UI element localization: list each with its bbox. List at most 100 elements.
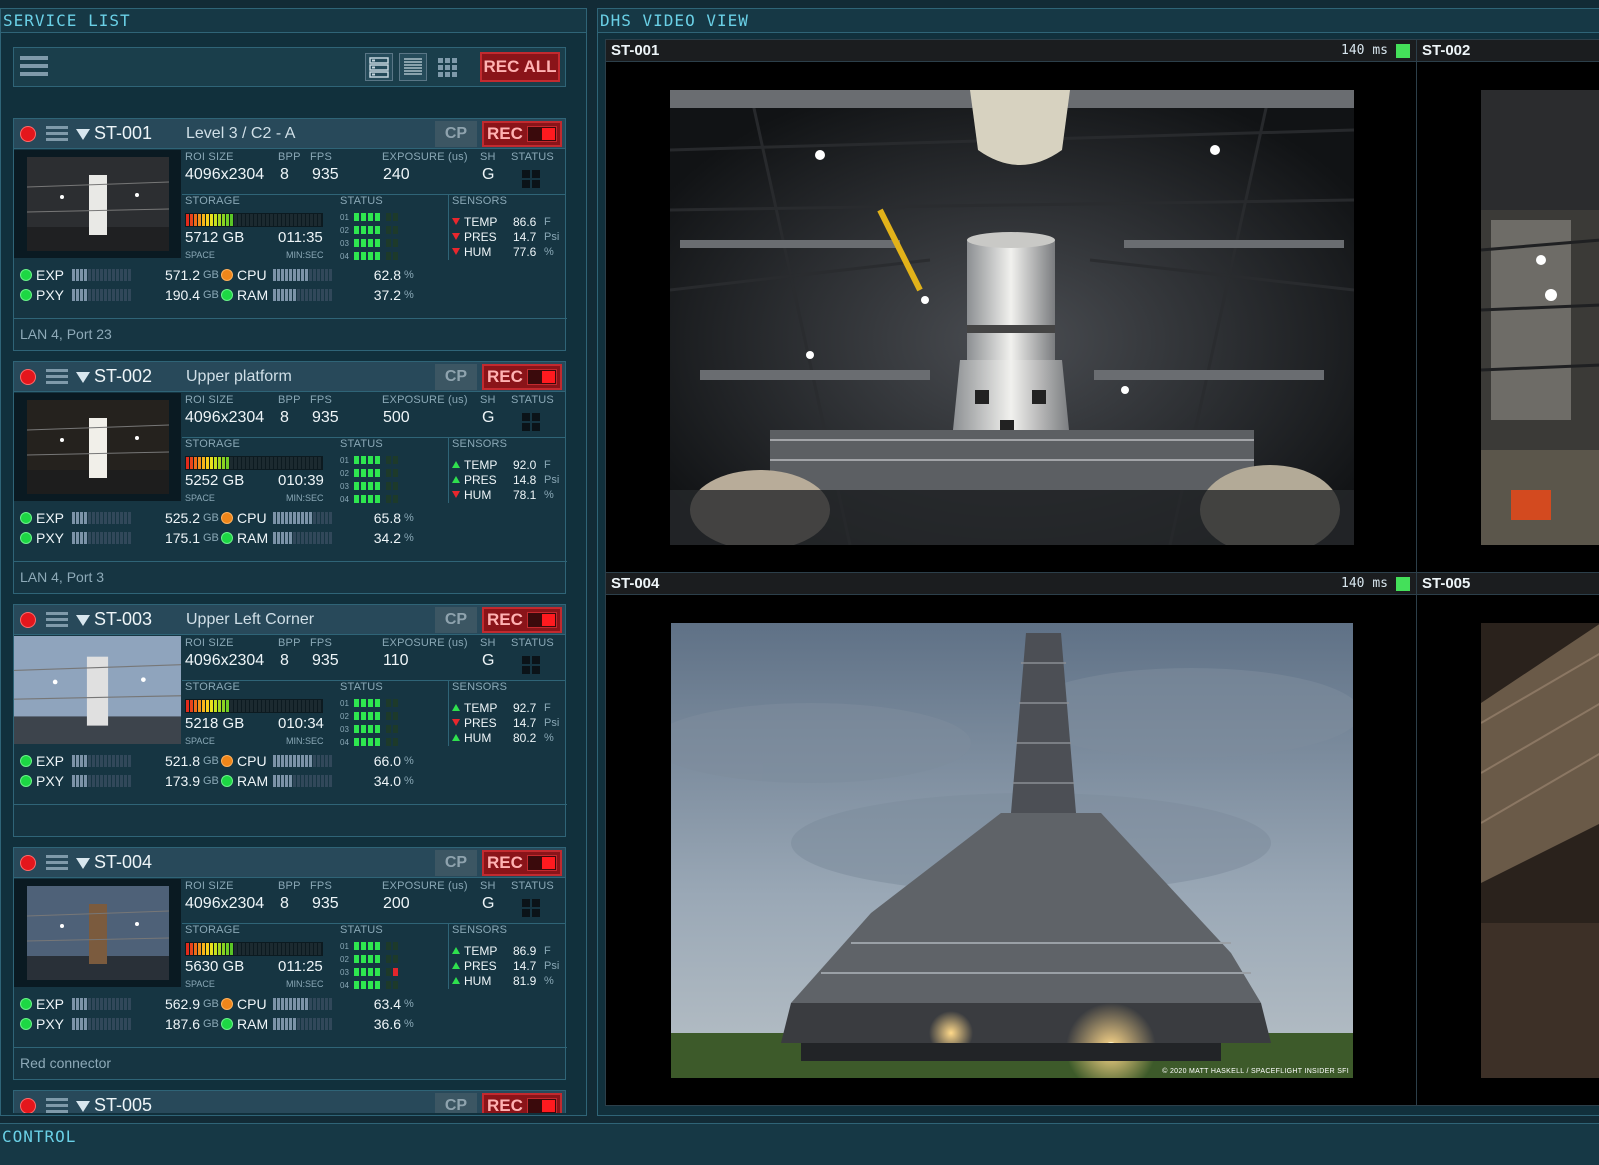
usage-bar-segment [301, 289, 304, 301]
camera-thumbnail[interactable] [14, 879, 181, 987]
card-menu-icon[interactable] [46, 1098, 68, 1113]
camera-thumbnail[interactable] [14, 636, 181, 744]
list-view-icon[interactable] [365, 53, 393, 81]
metric-unit: % [404, 1018, 414, 1030]
usage-bar-segment [281, 775, 284, 787]
compact-list-view-icon[interactable] [399, 53, 427, 81]
storage-bar-segment [318, 943, 321, 955]
storage-bar-segment [206, 943, 209, 955]
rec-toggle-button[interactable]: REC [482, 121, 562, 147]
record-indicator-icon[interactable] [20, 612, 36, 628]
rec-toggle-button[interactable]: REC [482, 1093, 562, 1113]
collapse-toggle-icon[interactable] [76, 372, 90, 383]
status-light [393, 981, 398, 989]
rec-toggle-button[interactable]: REC [482, 850, 562, 876]
camera-thumbnail[interactable] [14, 393, 181, 501]
cp-button[interactable]: CP [435, 607, 477, 633]
status-grid-icon [522, 899, 540, 917]
sensor-name: TEMP [464, 943, 498, 958]
collapse-toggle-icon[interactable] [76, 1101, 90, 1112]
storage-bar-segment [278, 214, 281, 226]
rec-all-button[interactable]: REC ALL [480, 52, 560, 82]
grid-view-icon[interactable] [433, 53, 461, 81]
cp-button[interactable]: CP [435, 364, 477, 390]
status-channel-row: 01 [340, 455, 400, 465]
video-tile-st-004[interactable]: ST-004 140 ms © 2020 MATT HASKELL / SPAC… [605, 572, 1417, 1106]
metric-unit: % [404, 289, 414, 301]
usage-bar-segment [72, 1018, 75, 1030]
sensor-name: TEMP [464, 457, 498, 472]
service-name: Upper Left Corner [186, 611, 315, 628]
usage-bar-segment [325, 1018, 328, 1030]
cpu-status-icon [221, 755, 233, 767]
sensors-label: SENSORS [452, 924, 508, 936]
storage-label: STORAGE [185, 438, 240, 450]
menu-icon[interactable] [20, 56, 48, 80]
collapse-toggle-icon[interactable] [76, 615, 90, 626]
metric-label: RAM [237, 287, 269, 303]
rec-toggle-button[interactable]: REC [482, 364, 562, 390]
card-menu-icon[interactable] [46, 855, 68, 873]
usage-bar-segment [116, 289, 119, 301]
usage-bar-segment [76, 775, 79, 787]
video-tile-st-001[interactable]: ST-001 140 ms [605, 39, 1417, 573]
pxy-status-icon [20, 775, 32, 787]
service-id: ST-002 [94, 366, 153, 386]
collapse-toggle-icon[interactable] [76, 129, 90, 140]
status-light [393, 699, 398, 707]
bpp-value: 8 [280, 409, 289, 426]
storage-bar-segment [306, 943, 309, 955]
video-tile-st-002[interactable]: ST-002 [1416, 39, 1599, 573]
card-menu-icon[interactable] [46, 369, 68, 387]
service-list-scroll[interactable]: REC ALL ST-001 Level 3 / C2 - A CP REC R… [1, 33, 586, 1113]
metric-label: EXP [36, 510, 65, 526]
cp-button[interactable]: CP [435, 1093, 477, 1113]
storage-bar-segment [282, 700, 285, 712]
card-menu-icon[interactable] [46, 126, 68, 144]
storage-bar-segment [294, 457, 297, 469]
video-tile-st-005[interactable]: ST-005 [1416, 572, 1599, 1106]
usage-bar [273, 1018, 333, 1030]
usage-bar-segment [289, 269, 292, 281]
camera-thumbnail[interactable] [14, 150, 181, 258]
sh-label: SH [480, 394, 496, 406]
sensor-value: 86.9 [513, 943, 537, 958]
cp-button[interactable]: CP [435, 850, 477, 876]
usage-bar-segment [277, 289, 280, 301]
service-id: ST-005 [94, 1095, 153, 1113]
storage-bar-segment [250, 214, 253, 226]
storage-bar-segment [186, 457, 189, 469]
metric-exp: EXP 525.2 GB [20, 509, 219, 527]
rec-toggle-button[interactable]: REC [482, 607, 562, 633]
usage-bar-segment [96, 512, 99, 524]
storage-bar-segment [262, 214, 265, 226]
collapse-toggle-icon[interactable] [76, 858, 90, 869]
metric-unit: GB [203, 755, 219, 767]
service-card-st-002: ST-002 Upper platform CP REC ROI SIZE BPP… [13, 361, 567, 594]
space-label: SPACE [185, 493, 215, 503]
sh-value: G [482, 166, 495, 183]
record-indicator-icon[interactable] [20, 369, 36, 385]
record-indicator-icon[interactable] [20, 1098, 36, 1113]
storage-bar-segment [282, 943, 285, 955]
usage-bar-segment [297, 269, 300, 281]
usage-bar-segment [321, 1018, 324, 1030]
storage-bar-segment [194, 943, 197, 955]
usage-bar-segment [297, 998, 300, 1010]
usage-bar-segment [96, 1018, 99, 1030]
sensor-value: 14.8 [513, 472, 537, 487]
card-menu-icon[interactable] [46, 612, 68, 630]
record-indicator-icon[interactable] [20, 855, 36, 871]
usage-bar-segment [285, 755, 288, 767]
cp-button[interactable]: CP [435, 121, 477, 147]
storage-bar-segment [222, 214, 225, 226]
record-indicator-icon[interactable] [20, 126, 36, 142]
status-channel-row: 02 [340, 225, 400, 235]
sensor-value: 80.2 [513, 730, 537, 745]
usage-bar-segment [329, 755, 332, 767]
resource-metrics: EXP 562.9 GB PXY 187.6 GB CPU 63.4% RAM 36.6% [14, 995, 567, 1039]
status-label: STATUS [511, 151, 554, 163]
channel-number: 04 [340, 980, 349, 990]
usage-bar [273, 512, 333, 524]
storage-bar-segment [254, 214, 257, 226]
